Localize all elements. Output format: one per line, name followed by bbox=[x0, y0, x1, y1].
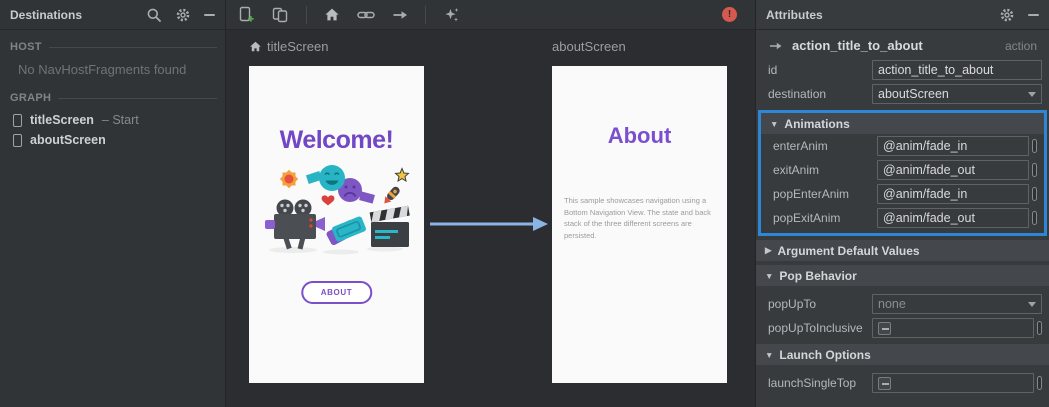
resource-picker-icon[interactable] bbox=[1032, 163, 1037, 177]
launchsingletop-row: launchSingleTop bbox=[756, 371, 1049, 395]
graph-destination-list: titleScreen – Start aboutScreen bbox=[0, 110, 225, 150]
exitanim-row: exitAnim @anim/fade_out bbox=[761, 158, 1044, 182]
triangle-down-icon: ▼ bbox=[765, 270, 774, 281]
destinations-panel: Destinations HOST No NavHostFragments fo… bbox=[0, 0, 226, 407]
destination-icon bbox=[13, 133, 22, 147]
auto-arrange-icon[interactable] bbox=[443, 6, 460, 23]
host-empty-message: No NavHostFragments found bbox=[18, 62, 187, 77]
error-badge[interactable]: ! bbox=[722, 7, 737, 22]
popupto-row: popUpTo none bbox=[756, 292, 1049, 316]
popenteranim-input[interactable]: @anim/fade_in bbox=[877, 184, 1029, 204]
action-arrow[interactable] bbox=[429, 216, 549, 232]
hide-panel-icon[interactable] bbox=[204, 13, 215, 16]
toolbar-separator bbox=[425, 5, 426, 24]
titlescreen-label: titleScreen bbox=[249, 39, 328, 54]
popuptoinclusive-checkbox[interactable] bbox=[878, 321, 891, 335]
launchsingletop-field bbox=[872, 373, 1034, 393]
triangle-down-icon: ▼ bbox=[770, 118, 779, 129]
resource-picker-icon[interactable] bbox=[1032, 139, 1037, 153]
gear-icon[interactable] bbox=[999, 7, 1015, 23]
action-arrow-icon bbox=[769, 42, 782, 49]
movie-camera bbox=[264, 199, 325, 250]
id-field-row: id action_title_to_about bbox=[756, 58, 1049, 82]
popexitanim-input[interactable]: @anim/fade_out bbox=[877, 208, 1029, 228]
titlescreen-preview[interactable]: Welcome! ABOUT bbox=[249, 66, 424, 383]
attributes-header: Attributes bbox=[756, 0, 1049, 30]
popuptoinclusive-field bbox=[872, 318, 1034, 338]
host-group-label: HOST bbox=[10, 41, 217, 53]
hide-panel-icon[interactable] bbox=[1028, 13, 1039, 16]
popexitanim-row: popExitAnim @anim/fade_out bbox=[761, 206, 1044, 230]
rocket bbox=[383, 186, 400, 204]
exitanim-input[interactable]: @anim/fade_out bbox=[877, 160, 1029, 180]
graph-group-label: GRAPH bbox=[10, 92, 217, 104]
popupto-dropdown[interactable]: none bbox=[872, 294, 1042, 314]
about-button: ABOUT bbox=[300, 281, 373, 304]
selected-action-row: action_title_to_about action bbox=[756, 30, 1049, 58]
starburst bbox=[279, 169, 298, 189]
home-icon[interactable] bbox=[324, 7, 340, 22]
action-type-label: action bbox=[1004, 38, 1037, 53]
triangle-down-icon: ▼ bbox=[765, 349, 774, 360]
deep-link-icon[interactable] bbox=[357, 7, 375, 23]
start-destination-suffix: – Start bbox=[101, 113, 139, 127]
attributes-title: Attributes bbox=[766, 7, 823, 22]
section-launch-options[interactable]: ▼ Launch Options bbox=[756, 344, 1049, 365]
triangle-right-icon: ▶ bbox=[765, 245, 772, 255]
toolbar-separator bbox=[306, 5, 307, 24]
popuptoinclusive-row: popUpToInclusive bbox=[756, 316, 1049, 340]
aboutscreen-label: aboutScreen bbox=[552, 39, 626, 54]
id-input[interactable]: action_title_to_about bbox=[872, 60, 1042, 80]
about-body-text: This sample showcases navigation using a… bbox=[564, 196, 711, 240]
navigation-editor: Destinations HOST No NavHostFragments fo… bbox=[0, 0, 1049, 407]
chevron-down-icon bbox=[1028, 91, 1036, 97]
gear-icon[interactable] bbox=[175, 7, 191, 23]
section-animations[interactable]: ▼ Animations bbox=[761, 113, 1044, 134]
launchsingletop-checkbox[interactable] bbox=[878, 376, 891, 390]
action-name: action_title_to_about bbox=[792, 38, 923, 53]
home-icon bbox=[250, 41, 261, 52]
destination-label: destination bbox=[768, 87, 827, 101]
canvas-toolbar: ! bbox=[226, 0, 755, 30]
new-destination-icon[interactable] bbox=[238, 6, 255, 23]
aboutscreen-preview[interactable]: About This sample showcases navigation u… bbox=[552, 66, 727, 383]
section-argument-defaults[interactable]: ▶ Argument Default Values bbox=[756, 240, 1049, 261]
destination-dropdown[interactable]: aboutScreen bbox=[872, 84, 1042, 104]
id-label: id bbox=[768, 63, 778, 77]
sidebar-item-aboutscreen[interactable]: aboutScreen bbox=[0, 130, 225, 150]
resource-picker-icon[interactable] bbox=[1037, 376, 1042, 390]
destinations-title: Destinations bbox=[10, 7, 83, 22]
popenteranim-row: popEnterAnim @anim/fade_in bbox=[761, 182, 1044, 206]
clapperboard bbox=[369, 205, 410, 247]
welcome-heading: Welcome! bbox=[279, 126, 394, 154]
movies-illustration bbox=[264, 165, 410, 255]
animations-highlight-box: ▼ Animations enterAnim @anim/fade_in exi… bbox=[758, 110, 1047, 236]
nested-graph-icon[interactable] bbox=[272, 7, 289, 23]
destination-field-row: destination aboutScreen bbox=[756, 82, 1049, 106]
resource-picker-icon[interactable] bbox=[1032, 211, 1037, 225]
destination-icon bbox=[13, 113, 22, 127]
action-arrow-icon[interactable] bbox=[392, 8, 408, 22]
about-heading: About bbox=[607, 123, 672, 148]
heart bbox=[321, 195, 334, 206]
enteranim-input[interactable]: @anim/fade_in bbox=[877, 136, 1029, 156]
tickets bbox=[326, 216, 366, 246]
design-surface[interactable]: titleScreen Welcome! ABOUT aboutScreen A… bbox=[226, 30, 755, 407]
section-pop-behavior[interactable]: ▼ Pop Behavior bbox=[756, 265, 1049, 286]
search-icon[interactable] bbox=[146, 7, 162, 23]
sidebar-item-titlescreen[interactable]: titleScreen – Start bbox=[0, 110, 225, 130]
destinations-header: Destinations bbox=[0, 0, 225, 30]
comedy-mask bbox=[318, 165, 345, 191]
resource-picker-icon[interactable] bbox=[1032, 187, 1037, 201]
enteranim-row: enterAnim @anim/fade_in bbox=[761, 134, 1044, 158]
star bbox=[393, 167, 410, 183]
attributes-panel: Attributes action_title_to_about action … bbox=[755, 0, 1049, 407]
design-canvas: ! titleScreen Welcome! ABOUT aboutScreen… bbox=[226, 0, 755, 407]
resource-picker-icon[interactable] bbox=[1037, 321, 1042, 335]
chevron-down-icon bbox=[1028, 301, 1036, 307]
